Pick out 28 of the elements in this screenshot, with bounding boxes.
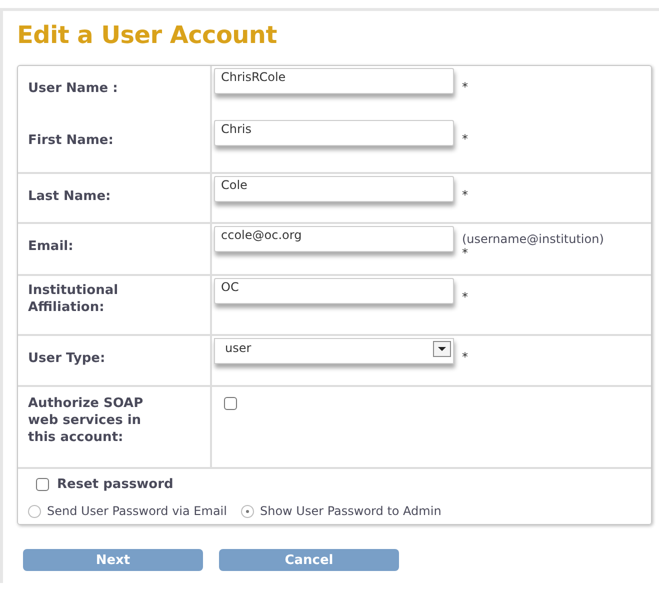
checkbox[interactable] — [224, 397, 237, 410]
required-mark: * — [462, 246, 469, 260]
input-field[interactable]: Cole — [214, 176, 454, 202]
dropdown[interactable]: user — [214, 338, 454, 364]
field-label: Institutional Affiliation: — [28, 283, 118, 315]
checkbox-label: Reset password — [57, 477, 174, 492]
radio-button[interactable] — [240, 504, 254, 518]
page-title: Edit a User Account — [17, 21, 278, 49]
radio-button[interactable] — [28, 504, 41, 518]
required-mark: * — [462, 80, 468, 94]
input-field[interactable]: ccole@oc.org — [214, 226, 454, 252]
input-field[interactable]: OC — [214, 278, 454, 304]
required-mark: * — [462, 290, 468, 304]
required-mark: * — [462, 350, 468, 364]
field-label: User Name : — [28, 81, 118, 96]
field-label: Last Name: — [28, 189, 111, 204]
hint-text: (username@institution) — [462, 232, 604, 246]
field-label: First Name: — [28, 133, 114, 148]
input-field[interactable]: ChrisRCole — [214, 68, 454, 94]
radio-label: Send User Password via Email — [47, 504, 227, 518]
field-label: User Type: — [28, 351, 106, 366]
required-mark: * — [462, 132, 468, 146]
required-mark: * — [462, 188, 468, 202]
radio-label: Show User Password to Admin — [260, 504, 442, 518]
checkbox[interactable] — [36, 478, 49, 491]
field-label: Authorize SOAP web services in this account: — [28, 396, 144, 445]
field-label: Email: — [28, 239, 74, 254]
input-field[interactable]: Chris — [214, 120, 454, 146]
